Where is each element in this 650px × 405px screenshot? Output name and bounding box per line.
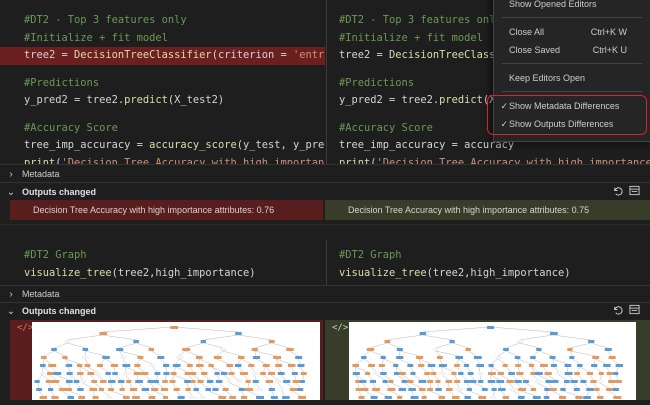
cell2-metadata-row[interactable]: › Metadata [0,285,650,303]
menu-separator [502,91,642,92]
metadata-label: Metadata [22,169,60,179]
output-added: Decision Tree Accuracy with high importa… [325,200,650,220]
cell1-left-source[interactable]: #DT2 - Top 3 features only#Initialize + … [0,12,325,164]
cell-gap [0,224,650,225]
chevron-down-icon[interactable]: ⌄ [0,306,22,317]
code-line: #Initialize + fit model [24,30,325,48]
highlight-box [487,95,647,135]
cell2-left-source[interactable]: #DT2 Graphvisualize_tree(tree2,high_impo… [0,247,325,283]
revert-icon[interactable] [612,304,623,317]
output-text: Decision Tree Accuracy with high importa… [348,205,589,215]
code-line: print('Decision Tree Accuracy with high … [24,155,325,165]
menu-separator [502,17,642,18]
code-line: y_pred2 = tree2.predict(X_test2) [24,92,325,110]
output-removed: Decision Tree Accuracy with high importa… [10,200,323,220]
code-line: tree2 = DecisionTreeClassifier(criterion… [0,47,325,65]
code-line: #DT2 Graph [339,247,650,265]
open-output-icon[interactable] [629,185,640,198]
chevron-down-icon[interactable]: ⌄ [0,187,22,198]
chevron-right-icon[interactable]: › [0,169,22,180]
outputs-changed-label: Outputs changed [22,306,96,316]
code-line [24,110,325,120]
code-line: #DT2 - Top 3 features only [24,12,325,30]
chevron-right-icon[interactable]: › [0,289,22,300]
menu-item-close-saved[interactable]: Close Saved Ctrl+K U [494,41,650,59]
shortcut: Ctrl+K W [591,27,627,37]
menu-separator [502,63,642,64]
code-line: tree_imp_accuracy = accuracy_score(y_tes… [24,137,325,155]
metadata-label: Metadata [22,289,60,299]
pane-divider [326,0,327,164]
code-icon[interactable]: </> [17,323,33,333]
tree-graph-image [349,322,636,400]
cell2-outputs-row[interactable]: ⌄ Outputs changed [0,302,650,320]
cell1-metadata-row[interactable]: › Metadata [0,165,650,183]
code-icon[interactable]: </> [332,323,348,333]
code-line: #DT2 Graph [24,247,325,265]
open-output-icon[interactable] [629,304,640,317]
output-text: Decision Tree Accuracy with high importa… [33,205,274,215]
code-line: #Accuracy Score [24,120,325,138]
cell2-right-source[interactable]: #DT2 Graphvisualize_tree(tree2,high_impo… [315,247,650,283]
code-line [24,65,325,75]
revert-icon[interactable] [612,185,623,198]
tree-graph-image [32,322,320,400]
code-line: print('Decision Tree Accuracy with high … [339,155,650,165]
cell1-outputs-row[interactable]: ⌄ Outputs changed [0,183,650,201]
menu-item-show-opened-editors[interactable]: Show Opened Editors [494,0,650,13]
menu-item-close-all[interactable]: Close All Ctrl+K W [494,23,650,41]
shortcut: Ctrl+K U [593,45,627,55]
code-line: #Predictions [24,75,325,93]
code-line: visualize_tree(tree2,high_importance) [339,265,650,283]
outputs-changed-label: Outputs changed [22,187,96,197]
code-line: visualize_tree(tree2,high_importance) [24,265,325,283]
pane-divider [326,240,327,285]
menu-item-keep-editors-open[interactable]: Keep Editors Open [494,69,650,87]
